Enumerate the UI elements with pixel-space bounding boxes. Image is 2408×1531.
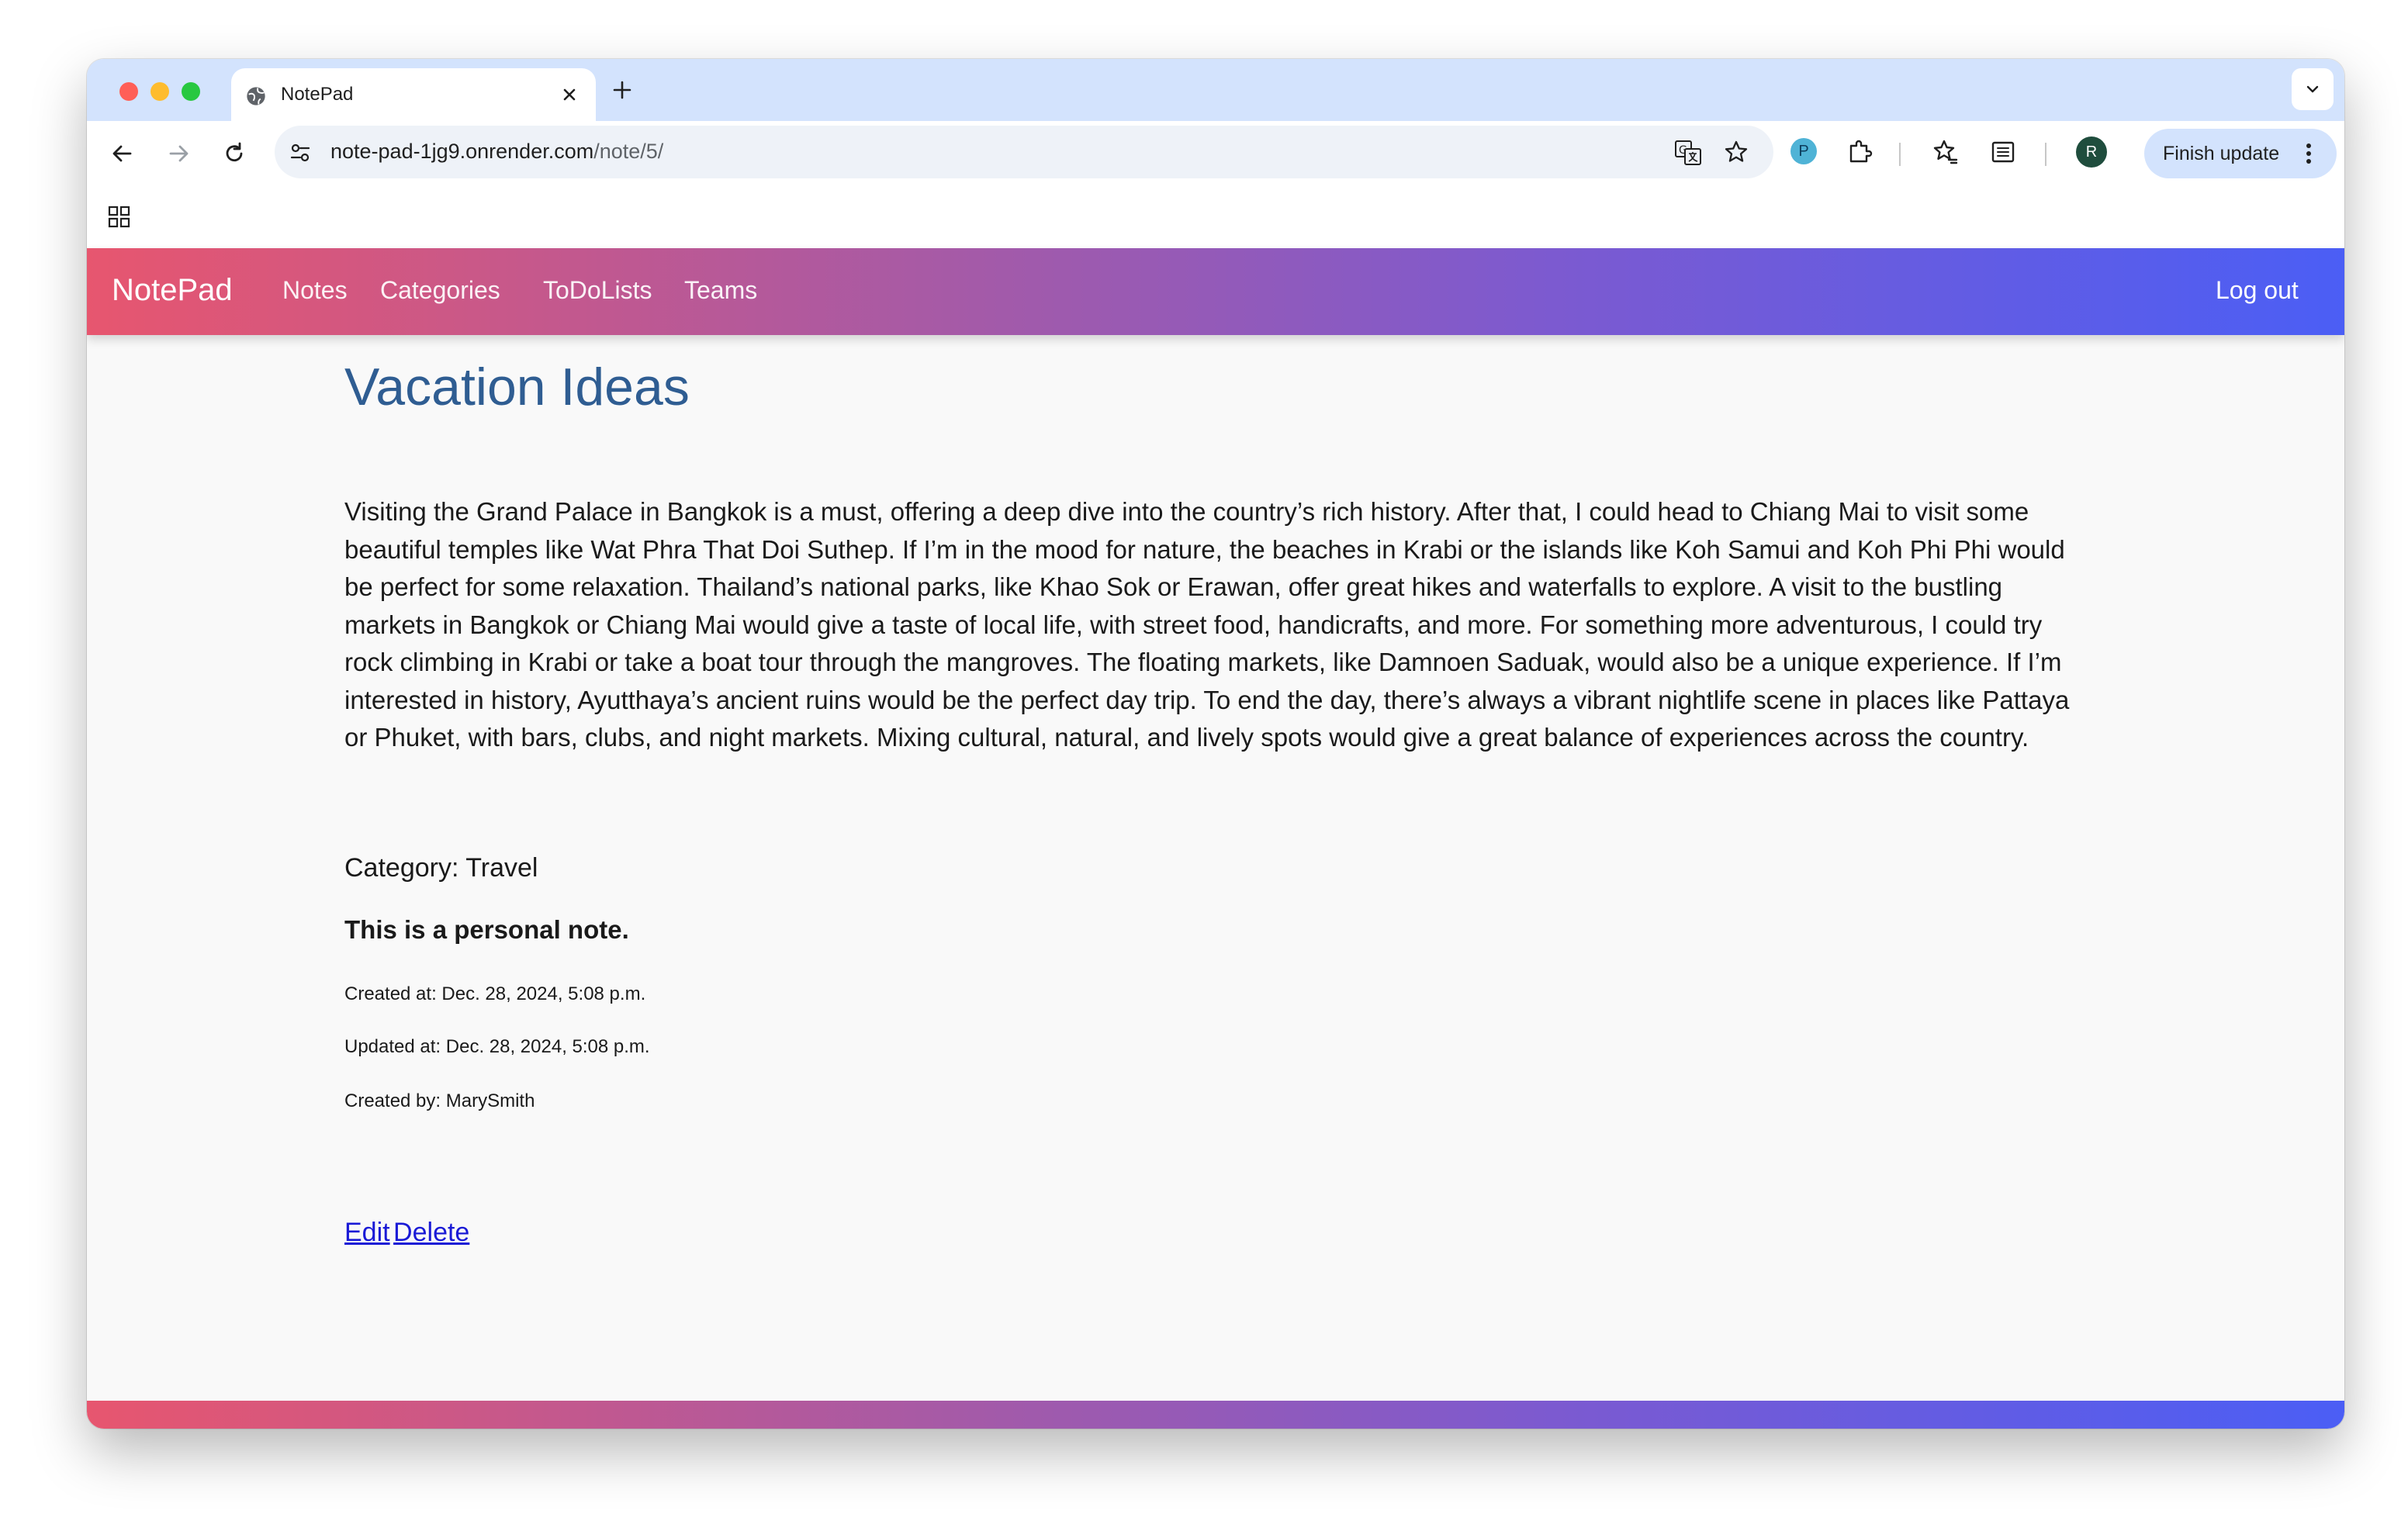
close-tab-icon[interactable] bbox=[557, 82, 582, 107]
browser-tab[interactable]: NotePad bbox=[231, 68, 596, 121]
created-by: Created by: MarySmith bbox=[344, 1090, 535, 1111]
back-arrow-icon[interactable] bbox=[106, 137, 140, 171]
reading-list-star-icon[interactable] bbox=[1929, 137, 1960, 168]
tab-title: NotePad bbox=[281, 84, 354, 105]
browser-toolbar: note-pad-1jg9.onrender.com/note/5/ G P R… bbox=[87, 121, 2344, 186]
url-path: /note/5/ bbox=[593, 140, 664, 163]
site-navbar: NotePad Notes Categories ToDoLists Teams… bbox=[87, 248, 2344, 335]
chevron-down-icon bbox=[2306, 85, 2319, 93]
nav-link-categories[interactable]: Categories bbox=[380, 276, 500, 305]
finish-update-label: Finish update bbox=[2163, 143, 2280, 164]
maximize-window-button[interactable] bbox=[182, 82, 200, 101]
logout-link[interactable]: Log out bbox=[2216, 276, 2299, 305]
extension-p-icon[interactable]: P bbox=[1790, 138, 1817, 164]
nav-link-todolists[interactable]: ToDoLists bbox=[543, 276, 652, 305]
translate-icon[interactable]: G bbox=[1674, 140, 1702, 166]
category-label: Category: bbox=[344, 853, 459, 883]
delete-link[interactable]: Delete bbox=[393, 1218, 469, 1247]
url-host: note-pad-1jg9.onrender.com bbox=[330, 140, 594, 163]
edit-link[interactable]: Edit bbox=[344, 1218, 390, 1247]
profile-avatar[interactable]: R bbox=[2076, 137, 2107, 168]
reload-icon[interactable] bbox=[217, 137, 251, 171]
toolbar-separator bbox=[2045, 143, 2046, 166]
site-footer: reneczka bbox=[87, 1401, 2344, 1429]
browser-window: NotePad note-pad-1jg9.onrender.com/note/… bbox=[87, 59, 2344, 1429]
note-category: Category: Travel bbox=[344, 853, 538, 883]
updated-at: Updated at: Dec. 28, 2024, 5:08 p.m. bbox=[344, 1036, 650, 1057]
new-tab-icon[interactable] bbox=[608, 76, 636, 104]
note-title: Vacation Ideas bbox=[344, 358, 690, 416]
address-bar[interactable]: note-pad-1jg9.onrender.com/note/5/ G bbox=[275, 126, 1773, 178]
tab-search-button[interactable] bbox=[2292, 68, 2334, 110]
note-body: Visiting the Grand Palace in Bangkok is … bbox=[344, 497, 2070, 752]
page-content: NotePad Notes Categories ToDoLists Teams… bbox=[87, 248, 2344, 1429]
globe-icon bbox=[247, 87, 265, 105]
apps-grid-icon[interactable] bbox=[107, 205, 132, 230]
url-text: note-pad-1jg9.onrender.com/note/5/ bbox=[330, 140, 663, 164]
category-value: Travel bbox=[465, 853, 538, 883]
extensions-puzzle-icon[interactable] bbox=[1845, 137, 1876, 168]
nav-link-notes[interactable]: Notes bbox=[282, 276, 348, 305]
more-vertical-icon bbox=[2306, 143, 2311, 164]
toolbar-separator bbox=[1899, 143, 1901, 166]
close-window-button[interactable] bbox=[119, 82, 138, 101]
bookmark-star-icon[interactable] bbox=[1722, 138, 1750, 166]
tab-strip: NotePad bbox=[87, 59, 2344, 121]
bookmarks-bar bbox=[87, 186, 2344, 248]
brand-logo[interactable]: NotePad bbox=[112, 273, 233, 308]
finish-update-button[interactable]: Finish update bbox=[2144, 129, 2337, 178]
personal-note-flag: This is a personal note. bbox=[344, 915, 629, 944]
forward-arrow-icon[interactable] bbox=[161, 137, 195, 171]
minimize-window-button[interactable] bbox=[150, 82, 169, 101]
site-settings-icon[interactable] bbox=[289, 141, 312, 164]
created-at: Created at: Dec. 28, 2024, 5:08 p.m. bbox=[344, 983, 646, 1004]
note-actions: Edit Delete bbox=[344, 1218, 469, 1248]
side-panel-icon[interactable] bbox=[1988, 137, 2019, 168]
nav-link-teams[interactable]: Teams bbox=[684, 276, 757, 305]
